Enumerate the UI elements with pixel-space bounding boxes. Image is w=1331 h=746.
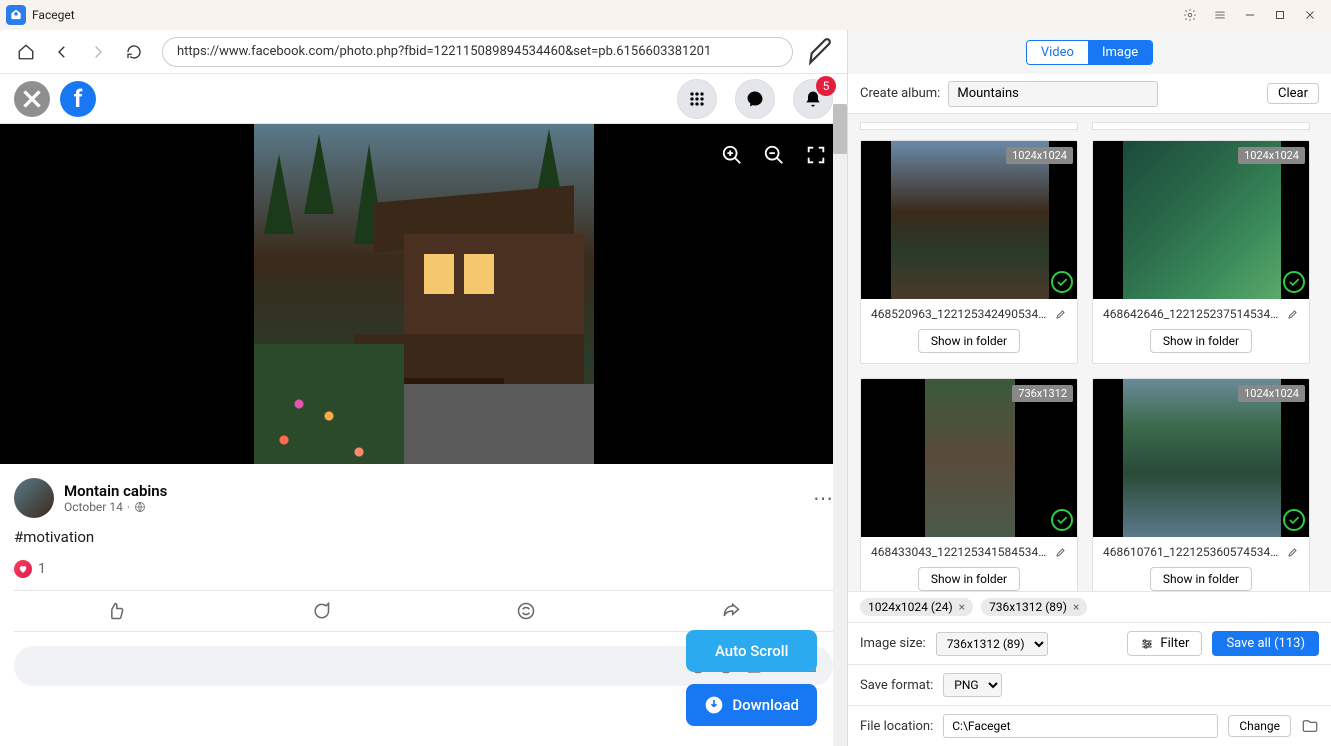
show-in-folder-button[interactable]: Show in folder	[1150, 329, 1252, 353]
show-in-folder-button[interactable]: Show in folder	[1150, 567, 1252, 591]
filter-button[interactable]: Filter	[1127, 631, 1202, 656]
maximize-button[interactable]	[1265, 0, 1295, 30]
check-icon	[1283, 509, 1305, 531]
close-button[interactable]	[1295, 0, 1325, 30]
main-photo[interactable]	[254, 124, 594, 464]
image-card[interactable]: 736x1312 468433043_122125341584534460_..…	[860, 378, 1078, 591]
change-location-button[interactable]: Change	[1228, 715, 1291, 737]
file-location-label: File location:	[860, 719, 933, 734]
filter-chips: 1024x1024 (24)× 736x1312 (89)×	[848, 591, 1331, 622]
image-filename: 468520963_122125342490534460_...	[871, 307, 1049, 321]
album-input[interactable]	[948, 81, 1158, 107]
facebook-logo-icon[interactable]: f	[60, 81, 96, 117]
globe-icon	[134, 501, 146, 513]
messenger-icon[interactable]	[735, 79, 775, 119]
reload-icon[interactable]	[118, 36, 150, 68]
zoom-in-icon[interactable]	[721, 144, 743, 170]
edit-icon[interactable]	[1055, 546, 1067, 558]
comment-button[interactable]	[219, 591, 424, 631]
file-location-input[interactable]	[943, 714, 1218, 738]
post-options-icon[interactable]: ⋯	[813, 486, 833, 510]
edit-icon[interactable]	[1055, 308, 1067, 320]
filter-chip[interactable]: 1024x1024 (24)×	[860, 598, 973, 616]
filter-chip[interactable]: 736x1312 (89)×	[981, 598, 1087, 616]
reaction-count[interactable]: 1	[38, 561, 46, 577]
save-all-button[interactable]: Save all (113)	[1212, 631, 1319, 656]
auto-scroll-button[interactable]: Auto Scroll	[686, 630, 817, 672]
image-card[interactable]: 1024x1024 468642646_122125237514534460_.…	[1092, 140, 1310, 364]
tab-video[interactable]: Video	[1027, 41, 1088, 64]
send-button[interactable]	[424, 591, 629, 631]
image-card[interactable]: 1024x1024 468520963_122125342490534460_.…	[860, 140, 1078, 364]
edit-icon[interactable]	[1287, 308, 1299, 320]
image-grid: 1024x1024 468520963_122125342490534460_.…	[848, 114, 1331, 591]
show-in-folder-button[interactable]: Show in folder	[918, 329, 1020, 353]
page-avatar[interactable]	[14, 478, 54, 518]
share-button[interactable]	[628, 591, 833, 631]
minimize-button[interactable]	[1235, 0, 1265, 30]
back-icon[interactable]	[46, 36, 78, 68]
url-bar[interactable]: https://www.facebook.com/photo.php?fbid=…	[162, 37, 793, 67]
notification-badge: 5	[816, 76, 836, 96]
download-button[interactable]: Download	[686, 684, 817, 726]
titlebar: Faceget	[0, 0, 1331, 30]
card-partial	[860, 122, 1078, 130]
folder-icon[interactable]	[1301, 717, 1319, 735]
dimension-badge: 1024x1024	[1238, 385, 1305, 402]
facebook-header: f 5	[0, 74, 847, 124]
album-label: Create album:	[860, 86, 940, 101]
image-filename: 468610761_122125360574534460_...	[1103, 545, 1281, 559]
home-icon[interactable]	[10, 36, 42, 68]
browser-navbar: https://www.facebook.com/photo.php?fbid=…	[0, 30, 847, 74]
image-size-label: Image size:	[860, 636, 926, 651]
chip-remove-icon[interactable]: ×	[959, 600, 965, 614]
edit-icon[interactable]	[1287, 546, 1299, 558]
like-button[interactable]	[14, 591, 219, 631]
highlighter-icon[interactable]	[805, 36, 837, 68]
page-name[interactable]: Montain cabins	[64, 482, 167, 500]
forward-icon[interactable]	[82, 36, 114, 68]
image-filename: 468642646_122125237514534460_...	[1103, 307, 1281, 321]
dimension-badge: 736x1312	[1012, 385, 1073, 402]
check-icon	[1051, 271, 1073, 293]
close-photo-icon[interactable]	[14, 81, 50, 117]
post-caption: #motivation	[14, 528, 833, 546]
fullscreen-icon[interactable]	[805, 144, 827, 170]
settings-icon[interactable]	[1175, 0, 1205, 30]
app-icon	[6, 5, 26, 25]
hamburger-icon[interactable]	[1205, 0, 1235, 30]
post-meta: October 14 ·	[64, 500, 167, 514]
love-reaction-icon[interactable]	[14, 560, 32, 578]
clear-button[interactable]: Clear	[1267, 83, 1319, 104]
app-title: Faceget	[32, 8, 75, 22]
tab-image[interactable]: Image	[1088, 41, 1152, 64]
browser-scrollbar[interactable]	[833, 104, 847, 746]
chip-remove-icon[interactable]: ×	[1073, 600, 1079, 614]
save-format-label: Save format:	[860, 678, 933, 693]
image-size-select[interactable]: 736x1312 (89)	[936, 632, 1048, 656]
menu-grid-icon[interactable]	[677, 79, 717, 119]
image-filename: 468433043_122125341584534460_...	[871, 545, 1049, 559]
media-tabs: Video Image	[848, 30, 1331, 74]
card-partial	[1092, 122, 1310, 130]
show-in-folder-button[interactable]: Show in folder	[918, 567, 1020, 591]
photo-viewer	[0, 124, 847, 464]
save-format-select[interactable]: PNG	[943, 673, 1002, 697]
check-icon	[1283, 271, 1305, 293]
image-card[interactable]: 1024x1024 468610761_122125360574534460_.…	[1092, 378, 1310, 591]
notifications-icon[interactable]: 5	[793, 79, 833, 119]
check-icon	[1051, 509, 1073, 531]
dimension-badge: 1024x1024	[1006, 147, 1073, 164]
dimension-badge: 1024x1024	[1238, 147, 1305, 164]
zoom-out-icon[interactable]	[763, 144, 785, 170]
